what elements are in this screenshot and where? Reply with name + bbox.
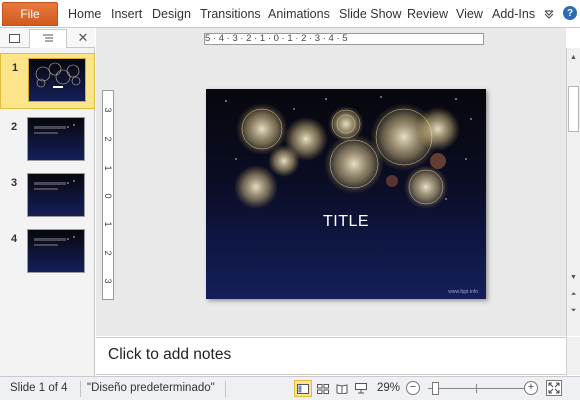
zoom-in-icon[interactable]: +: [524, 381, 538, 395]
close-pane-icon[interactable]: ✕: [75, 30, 91, 46]
ruler-mark: 3: [103, 107, 113, 113]
slide-canvas[interactable]: TITLE www.fppt.info: [206, 89, 486, 299]
notes-pane[interactable]: Click to add notes: [96, 337, 566, 375]
scroll-down-icon[interactable]: ▼: [567, 270, 580, 284]
thumbnail-number: 4: [11, 233, 18, 245]
slideshow-icon[interactable]: [352, 380, 370, 397]
tab-animations[interactable]: Animations: [268, 7, 330, 21]
tab-insert[interactable]: Insert: [111, 7, 142, 21]
ruler-mark: 1: [103, 165, 113, 171]
slide-indicator: Slide 1 of 4: [10, 382, 68, 394]
outline-tab-icon[interactable]: [29, 29, 67, 48]
ruler-marks: 5 · 4 · 3 · 2 · 1 · 0 · 1 · 2 · 3 · 4 · …: [205, 33, 348, 44]
zoom-slider-center-tick: [476, 384, 477, 393]
zoom-level[interactable]: 29%: [377, 382, 400, 394]
tab-transitions[interactable]: Transitions: [200, 7, 261, 21]
tab-add-ins[interactable]: Add-Ins: [492, 7, 535, 21]
tab-design[interactable]: Design: [152, 7, 191, 21]
thumbnail-number: 1: [12, 62, 19, 74]
thumbnail-preview: [27, 117, 85, 161]
ruler-mark: 2: [103, 250, 113, 256]
tab-view[interactable]: View: [456, 7, 483, 21]
vertical-scrollbar[interactable]: ▲ ▼ ⏶ ⏷: [566, 48, 580, 336]
thumbnail-number: 2: [11, 121, 18, 133]
slide-thumbnail-3[interactable]: 3: [0, 169, 95, 225]
slide-title[interactable]: TITLE: [206, 213, 486, 231]
help-icon[interactable]: ?: [563, 6, 577, 20]
previous-slide-icon[interactable]: ⏶: [567, 288, 580, 302]
next-slide-icon[interactable]: ⏷: [567, 304, 580, 318]
slide-thumbnail-2[interactable]: 2: [0, 113, 95, 169]
slide-thumbnail-4[interactable]: 4: [0, 225, 95, 281]
divider: [80, 381, 81, 397]
ruler-mark: 1: [103, 221, 113, 227]
normal-view-icon[interactable]: [294, 380, 312, 397]
tab-slide-show[interactable]: Slide Show: [339, 7, 402, 21]
zoom-out-icon[interactable]: −: [406, 381, 420, 395]
reading-view-icon[interactable]: [333, 380, 351, 397]
minimize-ribbon-icon[interactable]: [543, 8, 555, 20]
slides-pane: ✕ 1 2 3 4: [0, 28, 95, 376]
thumbnail-preview: [28, 58, 86, 102]
status-bar: Slide 1 of 4 "Diseño predeterminado" 29%…: [0, 376, 580, 400]
slide-thumbnail-1[interactable]: 1: [0, 53, 95, 109]
thumbnail-preview: [27, 173, 85, 217]
notes-scrollbar[interactable]: [566, 337, 580, 375]
thumbnail-number: 3: [11, 177, 18, 189]
slides-tab-icon[interactable]: [2, 30, 26, 47]
fit-to-window-icon[interactable]: [546, 380, 562, 396]
file-tab[interactable]: File: [2, 2, 58, 26]
ruler-mark: 0: [103, 193, 113, 199]
divider: [225, 381, 226, 397]
tab-home[interactable]: Home: [68, 7, 101, 21]
zoom-slider-handle[interactable]: [432, 382, 439, 395]
vertical-ruler: 3 2 1 0 1 2 3: [102, 90, 114, 300]
ruler-mark: 2: [103, 136, 113, 142]
notes-placeholder[interactable]: Click to add notes: [108, 346, 231, 364]
scroll-up-icon[interactable]: ▲: [567, 50, 580, 64]
fireworks-image: [225, 96, 472, 209]
ruler-mark: 3: [103, 278, 113, 284]
slide-footer: www.fppt.info: [448, 289, 478, 295]
horizontal-ruler: 5 · 4 · 3 · 2 · 1 · 0 · 1 · 2 · 3 · 4 · …: [204, 33, 484, 45]
scroll-thumb[interactable]: [568, 86, 579, 132]
thumbnail-preview: [27, 229, 85, 273]
theme-name: "Diseño predeterminado": [87, 382, 215, 394]
pane-tabs: ✕: [0, 28, 95, 48]
slide-sorter-icon[interactable]: [314, 380, 332, 397]
file-tab-label: File: [20, 7, 40, 21]
ribbon-tabs: File Home Insert Design Transitions Anim…: [0, 0, 580, 28]
tab-review[interactable]: Review: [407, 7, 448, 21]
